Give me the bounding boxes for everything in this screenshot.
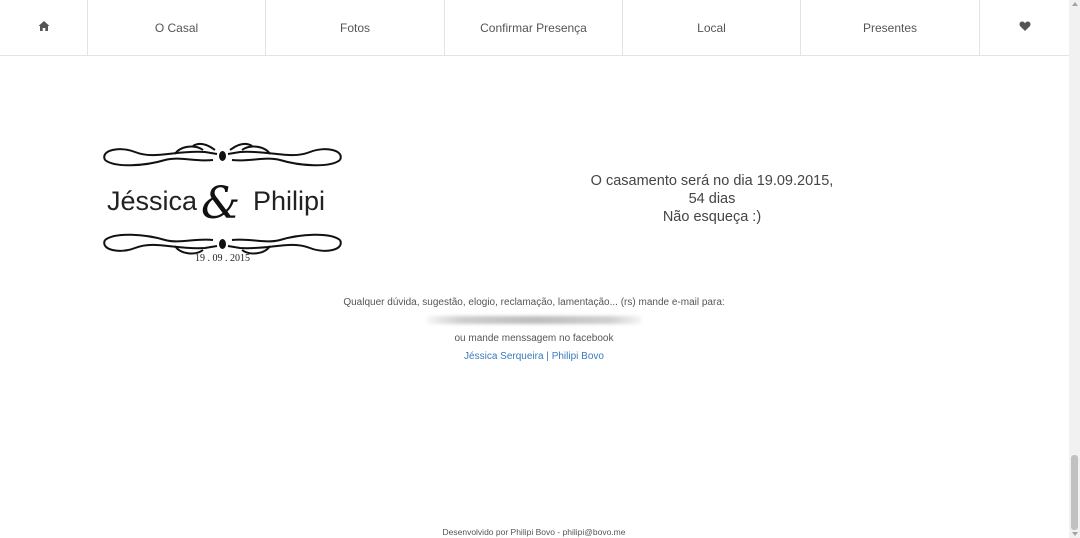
nav-item-label: Confirmar Presença bbox=[480, 20, 587, 35]
countdown-block: O casamento será no dia 19.09.2015, 54 d… bbox=[560, 172, 864, 226]
logo-date: 19 . 09 . 2015 bbox=[195, 253, 250, 264]
nav-item-confirmar-presenca[interactable]: Confirmar Presença bbox=[445, 0, 623, 55]
nav-item-label: Fotos bbox=[339, 20, 370, 35]
nav-item-local[interactable]: Local bbox=[623, 0, 801, 55]
nav-item-label: O Casal bbox=[154, 20, 199, 35]
nav-item-fotos[interactable]: Fotos bbox=[266, 0, 445, 55]
scroll-up-arrow[interactable] bbox=[1072, 2, 1078, 6]
facebook-link-jessica[interactable]: Jéssica Serqueira bbox=[464, 351, 543, 362]
couple-logo: Jéssica & Philipi 19 . 09 . 2015 bbox=[95, 140, 350, 265]
nav-heart[interactable] bbox=[980, 0, 1069, 55]
reminder-text: Não esqueça :) bbox=[662, 209, 762, 225]
facebook-links: Jéssica Serqueira | Philipi Bovo bbox=[284, 350, 784, 363]
scroll-down-arrow[interactable] bbox=[1072, 532, 1078, 536]
facebook-text: ou mande menssagem no facebook bbox=[454, 333, 614, 344]
home-icon bbox=[38, 20, 50, 35]
nav-home[interactable] bbox=[0, 0, 88, 55]
facebook-link-philipi[interactable]: Philipi Bovo bbox=[552, 351, 604, 362]
contact-section: Qualquer dúvida, sugestão, elogio, recla… bbox=[284, 296, 784, 363]
footer-credit: Desenvolvido por Philipi Bovo - philipi@… bbox=[442, 527, 626, 537]
contact-intro: Qualquer dúvida, sugestão, elogio, recla… bbox=[343, 297, 725, 308]
logo-name-left: Jéssica bbox=[107, 186, 198, 216]
heart-icon bbox=[1019, 20, 1031, 35]
nav-item-o-casal[interactable]: O Casal bbox=[88, 0, 266, 55]
top-navbar: O Casal Fotos Confirmar Presença Local P… bbox=[0, 0, 1069, 56]
nav-item-presentes[interactable]: Presentes bbox=[801, 0, 980, 55]
page-scrollbar[interactable] bbox=[1069, 0, 1080, 538]
scroll-thumb[interactable] bbox=[1071, 455, 1078, 530]
wedding-date-text: O casamento será no dia 19.09.2015, bbox=[590, 173, 834, 189]
days-remaining: 54 dias bbox=[688, 191, 736, 207]
email-redacted bbox=[426, 316, 642, 324]
logo-name-right: Philipi bbox=[253, 186, 325, 216]
logo-ampersand: & bbox=[201, 178, 240, 229]
nav-item-label: Presentes bbox=[862, 20, 918, 35]
nav-item-label: Local bbox=[697, 20, 726, 35]
